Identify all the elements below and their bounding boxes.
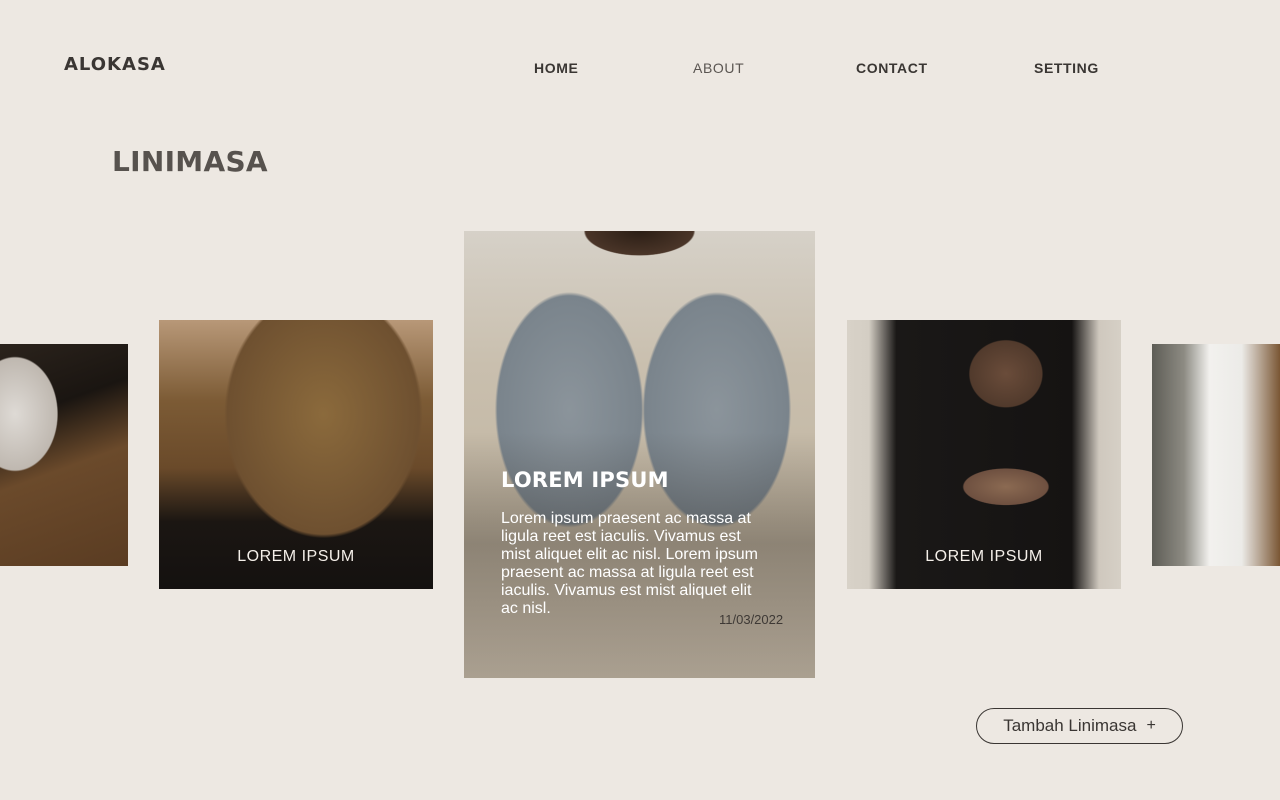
card-photo bbox=[0, 344, 128, 566]
nav-contact[interactable]: CONTACT bbox=[856, 60, 928, 76]
plus-icon: + bbox=[1146, 717, 1156, 734]
add-timeline-button[interactable]: Tambah Linimasa + bbox=[976, 708, 1183, 744]
featured-description: Lorem ipsum praesent ac massa at ligula … bbox=[501, 510, 758, 617]
timeline-card-far-left[interactable] bbox=[0, 344, 128, 566]
card-label: LOREM IPSUM bbox=[925, 548, 1043, 565]
featured-date: 11/03/2022 bbox=[719, 612, 784, 627]
featured-title: LOREM IPSUM bbox=[501, 468, 669, 492]
nav-setting[interactable]: SETTING bbox=[1034, 60, 1099, 76]
card-photo bbox=[1152, 344, 1280, 566]
main-nav: HOME ABOUT CONTACT SETTING bbox=[0, 60, 1280, 80]
timeline-card-left[interactable]: LOREM IPSUM bbox=[159, 320, 433, 589]
card-label: LOREM IPSUM bbox=[237, 548, 355, 565]
page-title: LINIMASA bbox=[112, 145, 268, 178]
timeline-card-right[interactable]: LOREM IPSUM bbox=[847, 320, 1121, 589]
add-timeline-label: Tambah Linimasa bbox=[1003, 716, 1137, 735]
nav-about[interactable]: ABOUT bbox=[693, 60, 744, 76]
timeline-card-featured[interactable]: LOREM IPSUM Lorem ipsum praesent ac mass… bbox=[464, 231, 815, 678]
nav-home[interactable]: HOME bbox=[534, 60, 578, 76]
timeline-card-far-right[interactable] bbox=[1152, 344, 1280, 566]
